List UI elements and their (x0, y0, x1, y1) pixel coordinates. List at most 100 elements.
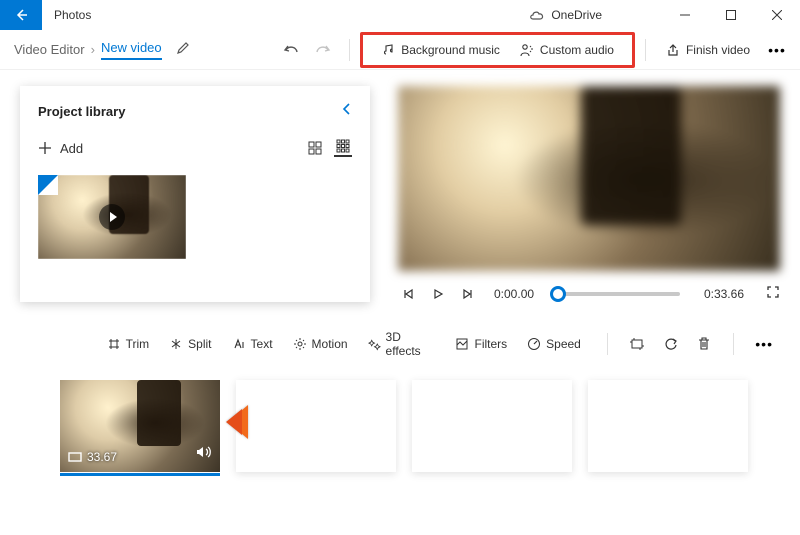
grid-large-button[interactable] (306, 139, 324, 157)
ellipsis-icon: ••• (755, 336, 773, 352)
add-label: Add (60, 141, 83, 156)
breadcrumb-root[interactable]: Video Editor (14, 42, 85, 57)
preview-pane: 0:00.00 0:33.66 (398, 86, 780, 302)
grid-small-button[interactable] (334, 139, 352, 157)
time-current: 0:00.00 (494, 287, 534, 301)
prev-frame-button[interactable] (398, 288, 418, 300)
title-bar: Photos OneDrive (0, 0, 800, 30)
motion-label: Motion (312, 337, 348, 351)
next-frame-button[interactable] (458, 288, 478, 300)
add-media-button[interactable]: Add (38, 141, 83, 156)
storyboard-toolbar: Trim Split Text Motion 3D effects Filter… (0, 324, 800, 364)
filters-icon (455, 337, 469, 351)
storyboard-clip[interactable]: 33.67 (60, 380, 220, 472)
transport-controls: 0:00.00 0:33.66 (398, 285, 780, 302)
rotate-icon (664, 337, 678, 351)
divider (645, 39, 646, 61)
breadcrumb: Video Editor › New video (14, 40, 190, 60)
storyboard-empty-slot[interactable] (412, 380, 572, 472)
duration-icon (68, 452, 82, 462)
highlighted-audio-group: Background music Custom audio (360, 32, 635, 68)
storyboard: 33.67 (0, 364, 800, 494)
maximize-button[interactable] (708, 0, 754, 30)
back-button[interactable] (0, 0, 42, 30)
minimize-button[interactable] (662, 0, 708, 30)
speed-button[interactable]: Speed (519, 331, 589, 357)
onedrive-status[interactable]: OneDrive (529, 8, 602, 22)
storyboard-more-button[interactable]: ••• (748, 336, 780, 352)
motion-icon (293, 337, 307, 351)
library-clip[interactable] (38, 175, 186, 259)
grid-3x3-icon (336, 139, 350, 153)
step-back-icon (402, 288, 414, 300)
undo-button[interactable] (275, 34, 307, 66)
play-button[interactable] (428, 288, 448, 300)
redo-button[interactable] (307, 34, 339, 66)
split-label: Split (188, 337, 211, 351)
view-toggle (306, 139, 352, 157)
clip-progress-bar (60, 473, 220, 476)
video-preview[interactable] (398, 86, 780, 271)
minimize-icon (680, 10, 690, 20)
more-button[interactable]: ••• (760, 42, 794, 58)
storyboard-empty-slot[interactable] (588, 380, 748, 472)
pencil-icon (176, 41, 190, 55)
play-icon (432, 288, 444, 300)
clip-duration-badge: 33.67 (68, 450, 117, 464)
text-button[interactable]: Text (224, 331, 281, 357)
new-badge-icon (38, 175, 58, 195)
trim-label: Trim (126, 337, 150, 351)
grid-2x2-icon (308, 141, 322, 155)
cloud-icon (529, 9, 545, 21)
time-total: 0:33.66 (704, 287, 744, 301)
undo-icon (282, 43, 300, 57)
trash-icon (698, 337, 710, 351)
expand-icon (766, 285, 780, 299)
finish-video-label: Finish video (686, 43, 750, 57)
speaker-icon (196, 445, 212, 459)
trim-button[interactable]: Trim (99, 331, 158, 357)
close-button[interactable] (754, 0, 800, 30)
redo-icon (314, 43, 332, 57)
main-area: Project library Add (0, 70, 800, 302)
speed-icon (527, 337, 541, 351)
divider (607, 333, 608, 355)
divider (349, 39, 350, 61)
motion-button[interactable]: Motion (285, 331, 356, 357)
clip-volume-button[interactable] (196, 445, 212, 464)
sparkle-icon (368, 337, 381, 351)
collapse-library-button[interactable] (342, 102, 352, 121)
plus-icon (38, 141, 52, 155)
background-music-button[interactable]: Background music (371, 37, 510, 63)
playhead-icon (220, 405, 248, 439)
split-icon (169, 337, 183, 351)
split-button[interactable]: Split (161, 331, 219, 357)
arrow-left-icon (13, 7, 29, 23)
seek-thumb[interactable] (550, 286, 566, 302)
3d-effects-button[interactable]: 3D effects (360, 324, 444, 364)
custom-audio-button[interactable]: Custom audio (510, 37, 624, 63)
library-title: Project library (38, 104, 125, 119)
custom-audio-label: Custom audio (540, 43, 614, 57)
playhead-marker[interactable] (220, 405, 248, 444)
window-controls (662, 0, 800, 30)
fullscreen-button[interactable] (766, 285, 780, 302)
play-overlay-icon (99, 204, 125, 230)
rename-button[interactable] (176, 41, 190, 58)
3d-effects-label: 3D effects (386, 330, 436, 358)
resize-button[interactable] (622, 337, 652, 351)
text-icon (232, 337, 246, 351)
filters-button[interactable]: Filters (447, 331, 515, 357)
rotate-button[interactable] (656, 337, 686, 351)
trim-icon (107, 337, 121, 351)
finish-video-button[interactable]: Finish video (656, 37, 760, 63)
clip-duration-value: 33.67 (87, 450, 117, 464)
seek-bar[interactable] (558, 292, 680, 296)
music-note-icon (381, 43, 395, 57)
bg-music-label: Background music (401, 43, 500, 57)
breadcrumb-current[interactable]: New video (101, 40, 162, 60)
delete-button[interactable] (689, 337, 719, 351)
close-icon (772, 10, 782, 20)
storyboard-empty-slot[interactable] (236, 380, 396, 472)
project-library-panel: Project library Add (20, 86, 370, 302)
